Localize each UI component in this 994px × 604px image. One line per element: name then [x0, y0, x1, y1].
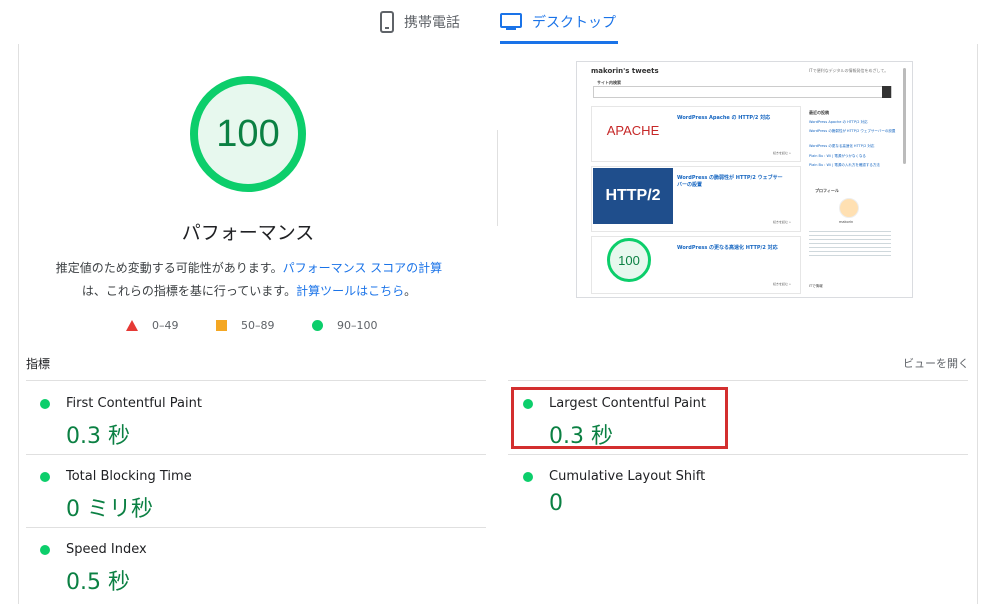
- screenshot-post1-more: 続きを読む »: [773, 151, 791, 155]
- screenshot-profile-text: [809, 228, 891, 256]
- metric-fcp-name: First Contentful Paint: [66, 396, 202, 411]
- screenshot-post2-title: WordPress の脆弱性が HTTP/2 ウェブサーバーの設置: [677, 175, 783, 188]
- screenshot-sidebar-profile: プロフィール: [815, 188, 839, 193]
- metric-tbt-name: Total Blocking Time: [66, 469, 192, 484]
- legend-average: 50–89: [216, 316, 275, 334]
- divider: [26, 527, 486, 528]
- expand-view-button[interactable]: ビューを開く: [903, 355, 969, 371]
- screenshot-search-button: [882, 86, 891, 98]
- metric-si-name: Speed Index: [66, 542, 147, 557]
- screenshot-post1-image: APACHE: [606, 122, 660, 138]
- legend-average-label: 50–89: [241, 318, 275, 332]
- legend-pass-label: 90–100: [337, 318, 378, 332]
- triangle-icon: [126, 319, 138, 331]
- screenshot-profile-name: makorin: [839, 220, 854, 224]
- screenshot-post1-title: WordPress Apache の HTTP/2 対応: [677, 115, 771, 121]
- calculator-link[interactable]: 計算ツールはこちら: [296, 284, 404, 298]
- description-text1: 推定値のため変動する可能性があります。: [55, 261, 283, 275]
- desktop-icon: [500, 13, 522, 30]
- screenshot-sidebar-recent: 最近の投稿: [809, 110, 829, 115]
- screenshot-search-bar: [593, 86, 892, 98]
- tab-mobile[interactable]: 携帯電話: [380, 0, 460, 44]
- phone-icon: [380, 11, 394, 33]
- screenshot-sidebar-link: WordPress の更なる高速化 HTTP/2 対応: [809, 144, 875, 148]
- description-text3: 。: [404, 284, 417, 298]
- score-value: 100: [216, 112, 280, 155]
- screenshot-avatar: [839, 198, 859, 218]
- metrics-heading: 指標: [26, 357, 51, 371]
- device-tabs: 携帯電話 デスクトップ: [0, 0, 994, 44]
- divider: [26, 380, 486, 381]
- legend-pass: 90–100: [312, 316, 378, 334]
- divider: [508, 454, 968, 455]
- screenshot-sidebar-link: WordPress の脆弱性が HTTP/2 ウェブサーバーの設置: [809, 129, 896, 133]
- screenshot-scrollbar: [903, 68, 906, 164]
- pass-dot-icon: [523, 472, 533, 482]
- lcp-highlight-box: [511, 387, 728, 449]
- legend-fail-label: 0–49: [152, 318, 179, 332]
- description-text2: は、これらの指標を基に行っています。: [81, 284, 297, 298]
- pass-dot-icon: [40, 545, 50, 555]
- score-calc-link[interactable]: パフォーマンス スコアの計算: [283, 261, 443, 275]
- tab-desktop[interactable]: デスクトップ: [500, 0, 618, 44]
- circle-icon: [312, 319, 323, 331]
- metric-tbt-value: 0 ミリ秒: [66, 497, 153, 522]
- divider: [26, 454, 486, 455]
- pass-dot-icon: [40, 472, 50, 482]
- screenshot-tagline: ITで便利なデジタルの情報発信をめざして。: [809, 68, 889, 73]
- screenshot-post3-title: WordPress の更なる高速化 HTTP/2 対応: [677, 245, 778, 251]
- score-label: パフォーマンス: [181, 222, 315, 244]
- screenshot-post3-more: 続きを読む »: [773, 282, 791, 286]
- square-icon: [216, 319, 227, 331]
- metric-fcp-value: 0.3 秒: [66, 424, 130, 449]
- screenshot-post2-more: 続きを読む »: [773, 220, 791, 224]
- screenshot-sidebar-link: Plain Bu : Wi | 電源の入れ方を確認する方法: [809, 163, 880, 167]
- divider: [508, 380, 968, 381]
- screenshot-post2-image: HTTP/2: [593, 168, 673, 224]
- pass-dot-icon: [40, 399, 50, 409]
- legend-fail: 0–49: [126, 316, 179, 334]
- screenshot-sidebar-link: Plain Bu : Wi | 電源がつかなくなる: [809, 154, 866, 158]
- score-description: 推定値のため変動する可能性があります。パフォーマンス スコアの計算は、これらの指…: [46, 257, 452, 303]
- screenshot-sidebar-new: ITで情報: [809, 284, 823, 288]
- screenshot-site-title: makorin's tweets: [591, 67, 659, 75]
- metric-si-value: 0.5 秒: [66, 570, 130, 595]
- tab-desktop-label: デスクトップ: [532, 15, 616, 31]
- metric-cls-value: 0: [549, 491, 563, 516]
- divider: [497, 130, 498, 226]
- page-screenshot: makorin's tweets ITで便利なデジタルの情報発信をめざして。 サ…: [576, 61, 913, 298]
- tab-mobile-label: 携帯電話: [404, 15, 460, 31]
- screenshot-sidebar-link: WordPress Apache の HTTP/2 対応: [809, 120, 868, 124]
- screenshot-post3-image: 100: [607, 238, 651, 282]
- metric-cls-name: Cumulative Layout Shift: [549, 469, 706, 484]
